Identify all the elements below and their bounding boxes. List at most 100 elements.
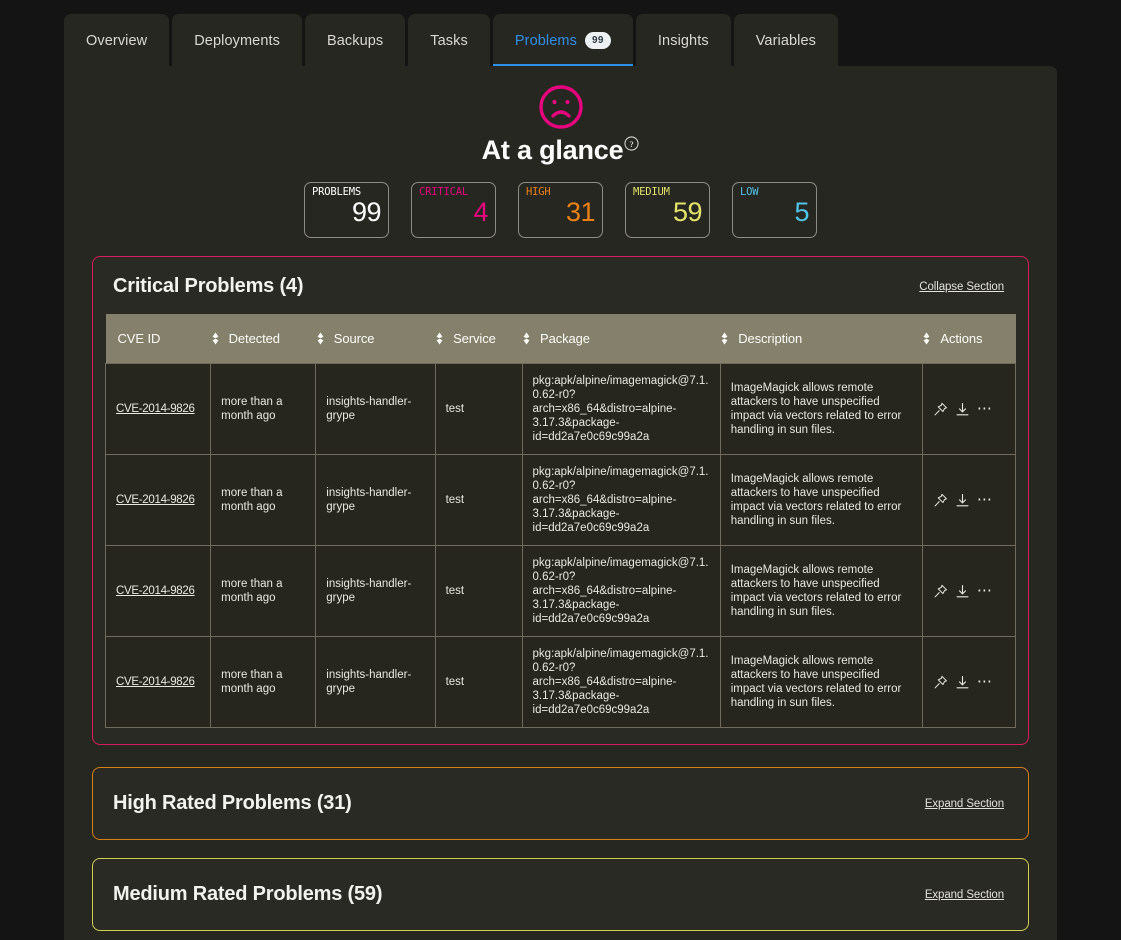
- cell-description: ImageMagick allows remote attackers to h…: [719, 636, 923, 728]
- column-header-actions[interactable]: Actions: [922, 314, 1016, 364]
- tab-label: Problems: [514, 32, 577, 49]
- sort-toggle-icon[interactable]: [316, 332, 325, 345]
- cell-description: ImageMagick allows remote attackers to h…: [719, 454, 923, 546]
- cell-source-text: insights-handler-grype: [326, 578, 412, 604]
- download-icon[interactable]: [955, 402, 970, 417]
- more-options-icon[interactable]: ⋯: [977, 583, 993, 598]
- pin-icon[interactable]: [933, 675, 948, 690]
- cell-description-text: ImageMagick allows remote attackers to h…: [730, 382, 902, 436]
- tab-label: Insights: [657, 32, 709, 49]
- cell-cve-id: CVE-2014-9826: [104, 454, 212, 546]
- cell-detected: more than a month ago: [210, 545, 317, 637]
- pin-icon[interactable]: [933, 493, 948, 508]
- cell-service-text: test: [445, 676, 465, 688]
- column-header-cve-id[interactable]: CVE ID: [105, 314, 211, 364]
- row-actions: ⋯: [933, 674, 1005, 690]
- medium-problems-section: Medium Rated Problems (59) Expand Section: [92, 858, 1029, 931]
- tab-overview[interactable]: Overview: [64, 14, 170, 67]
- table-row: CVE-2014-9826 more than a month ago insigh…: [104, 454, 1017, 546]
- stat-card-value: 5: [794, 197, 809, 227]
- critical-problems-table: CVE ID Detected Source Service Package Descri…: [104, 314, 1017, 728]
- high-problems-section: High Rated Problems (31) Expand Section: [92, 767, 1029, 840]
- tab-label: Tasks: [430, 32, 468, 49]
- cell-package-text: pkg:apk/alpine/imagemagick@7.1.0.62-r0?a…: [532, 648, 709, 716]
- column-header-label: CVE ID: [117, 331, 161, 346]
- column-header-detected[interactable]: Detected: [210, 314, 316, 364]
- sort-toggle-icon[interactable]: [720, 332, 729, 345]
- tab-variables[interactable]: Variables: [733, 14, 838, 67]
- problems-page: Overview Deployments Backups Tasks Problems 9…: [0, 0, 1121, 940]
- pin-icon[interactable]: [933, 402, 948, 417]
- tab-problems[interactable]: Problems 99: [492, 14, 633, 67]
- cell-cve-id: CVE-2014-9826: [104, 363, 212, 455]
- severity-stat-cards: PROBLEMS 99 CRITICAL 4 HIGH 31 MEDIUM 59 LOW 5: [64, 182, 1057, 238]
- download-icon[interactable]: [955, 584, 970, 599]
- pin-icon[interactable]: [933, 584, 948, 599]
- column-header-source[interactable]: Source: [315, 314, 436, 364]
- sort-toggle-icon[interactable]: [522, 332, 531, 345]
- cell-detected-text: more than a month ago: [221, 669, 283, 695]
- collapse-section-link[interactable]: Collapse Section: [919, 281, 1004, 293]
- table-header: CVE ID Detected Source Service Package Descri…: [105, 314, 1016, 364]
- expand-section-link-high[interactable]: Expand Section: [925, 798, 1004, 810]
- cell-description: ImageMagick allows remote attackers to h…: [719, 545, 923, 637]
- cell-cve-id-text[interactable]: CVE-2014-9826: [116, 585, 195, 597]
- sort-toggle-icon[interactable]: [435, 332, 444, 345]
- at-a-glance-header: At a glance ?: [64, 66, 1057, 166]
- cell-description-text: ImageMagick allows remote attackers to h…: [730, 655, 902, 709]
- page-title: At a glance ?: [482, 135, 640, 166]
- tab-label: Variables: [755, 32, 816, 49]
- stat-card-critical[interactable]: CRITICAL 4: [411, 182, 496, 238]
- main-tab-bar: Overview Deployments Backups Tasks Problems 9…: [64, 14, 1057, 67]
- content-panel: At a glance ? PROBLEMS 99 CRITICAL 4 HIGH 31 M…: [64, 66, 1057, 940]
- cell-detected-text: more than a month ago: [221, 578, 283, 604]
- stat-card-problems[interactable]: PROBLEMS 99: [304, 182, 389, 238]
- more-options-icon[interactable]: ⋯: [977, 492, 993, 507]
- tab-badge-count: 99: [584, 32, 611, 49]
- tab-deployments[interactable]: Deployments: [172, 14, 302, 67]
- stat-card-low[interactable]: LOW 5: [732, 182, 817, 238]
- column-header-description[interactable]: Description: [720, 314, 923, 364]
- cell-detected-text: more than a month ago: [221, 396, 283, 422]
- table-header-row: CVE ID Detected Source Service Package Descri…: [105, 314, 1016, 364]
- cell-service: test: [434, 363, 523, 455]
- svg-text:?: ?: [630, 139, 634, 149]
- expand-section-link-medium[interactable]: Expand Section: [925, 889, 1004, 901]
- sort-toggle-icon[interactable]: [922, 332, 931, 345]
- more-options-icon[interactable]: ⋯: [977, 674, 993, 689]
- row-actions: ⋯: [933, 401, 1005, 417]
- download-icon[interactable]: [955, 493, 970, 508]
- cell-actions: ⋯: [921, 545, 1017, 637]
- column-header-label: Source: [333, 331, 375, 346]
- cell-cve-id-text[interactable]: CVE-2014-9826: [116, 676, 195, 688]
- cell-package: pkg:apk/alpine/imagemagick@7.1.0.62-r0?a…: [521, 363, 721, 455]
- stat-card-medium[interactable]: MEDIUM 59: [625, 182, 710, 238]
- cell-cve-id-text[interactable]: CVE-2014-9826: [116, 494, 195, 506]
- more-options-icon[interactable]: ⋯: [977, 401, 993, 416]
- cell-package: pkg:apk/alpine/imagemagick@7.1.0.62-r0?a…: [521, 545, 721, 637]
- cell-service: test: [434, 454, 523, 546]
- tab-insights[interactable]: Insights: [635, 14, 731, 67]
- tab-label: Backups: [326, 32, 384, 49]
- column-header-service[interactable]: Service: [435, 314, 523, 364]
- stat-card-value: 4: [473, 197, 488, 227]
- cell-source-text: insights-handler-grype: [326, 396, 412, 422]
- tab-backups[interactable]: Backups: [304, 14, 406, 67]
- medium-section-title: Medium Rated Problems (59): [113, 883, 383, 905]
- column-header-label: Detected: [228, 331, 280, 346]
- high-section-title: High Rated Problems (31): [113, 792, 352, 814]
- table-row: CVE-2014-9826 more than a month ago insigh…: [104, 545, 1017, 637]
- cell-actions: ⋯: [921, 363, 1017, 455]
- cell-cve-id-text[interactable]: CVE-2014-9826: [116, 403, 195, 415]
- sort-toggle-icon[interactable]: [211, 332, 220, 345]
- cell-detected: more than a month ago: [210, 636, 317, 728]
- cell-source-text: insights-handler-grype: [326, 669, 412, 695]
- help-circle-icon[interactable]: ?: [624, 136, 639, 151]
- cell-detected-text: more than a month ago: [221, 487, 283, 513]
- column-header-package[interactable]: Package: [522, 314, 721, 364]
- download-icon[interactable]: [955, 675, 970, 690]
- stat-card-high[interactable]: HIGH 31: [518, 182, 603, 238]
- critical-table-wrapper: CVE ID Detected Source Service Package Descri…: [93, 314, 1028, 744]
- cell-source: insights-handler-grype: [315, 454, 436, 546]
- tab-tasks[interactable]: Tasks: [408, 14, 490, 67]
